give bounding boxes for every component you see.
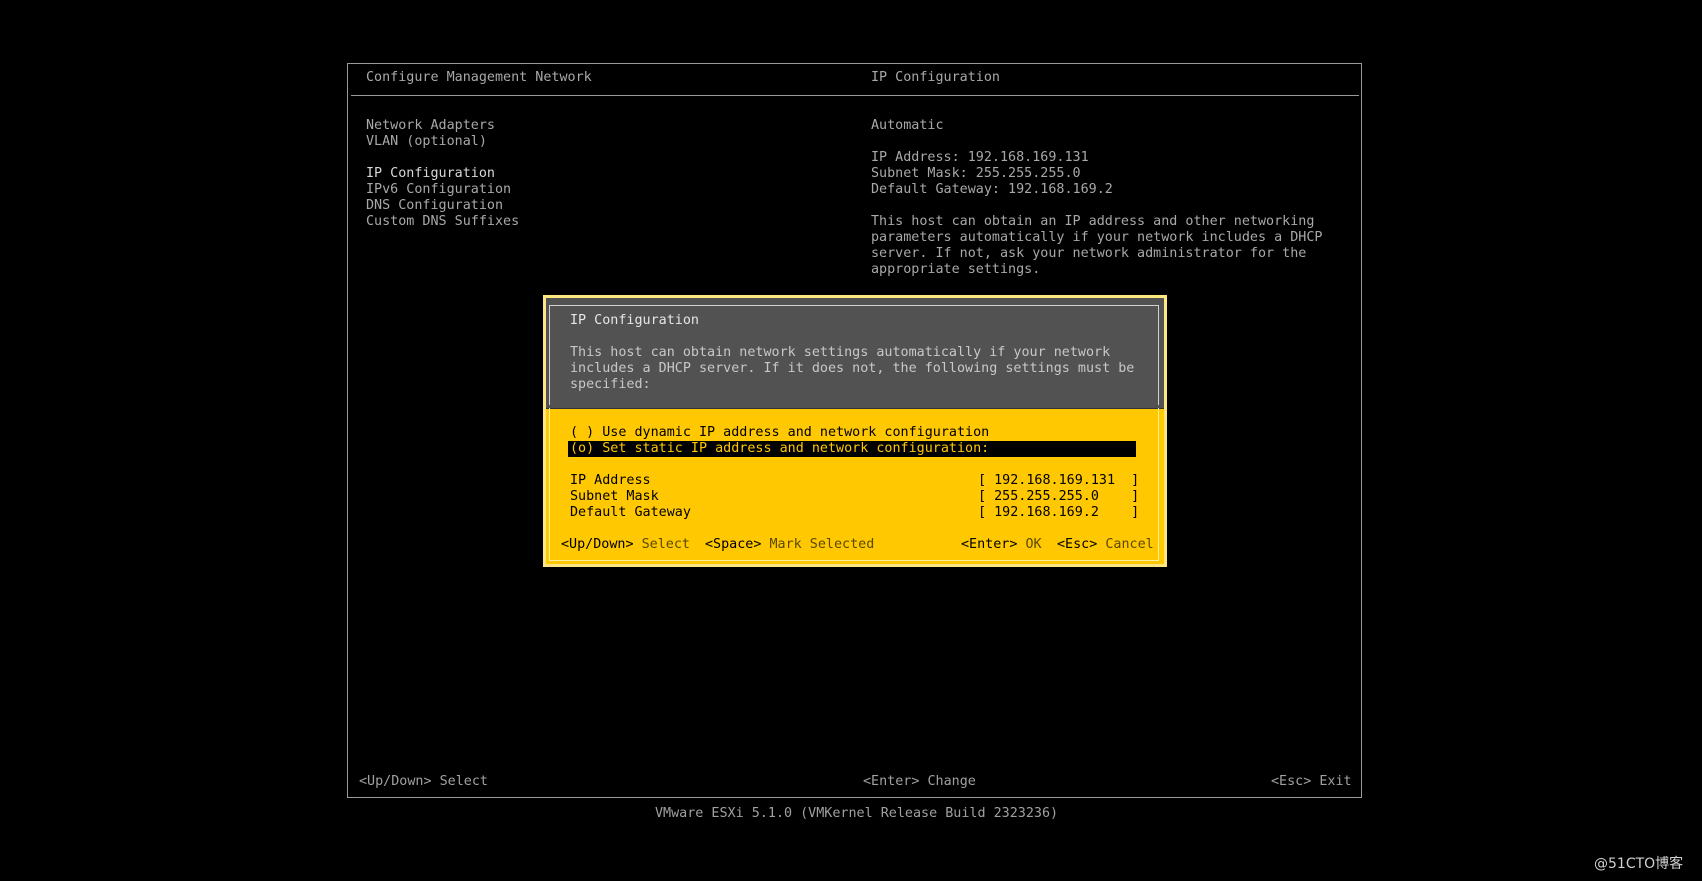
header-divider: [351, 95, 1359, 96]
default-gateway-label: Default Gateway: [570, 505, 691, 520]
ip-mode: Automatic: [871, 118, 944, 133]
footer-enter-hint: <Enter> Change: [863, 774, 976, 789]
esc-key: <Esc>: [1057, 537, 1098, 552]
version-string: VMware ESXi 5.1.0 (VMKernel Release Buil…: [655, 806, 1059, 821]
radio-static-ip[interactable]: (o) Set static IP address and network co…: [570, 441, 989, 457]
radio-dynamic-ip[interactable]: ( ) Use dynamic IP address and network c…: [570, 425, 989, 441]
dialog-hint-space: <Space> Mark Selected: [705, 537, 874, 553]
footer-esc-hint: <Esc> Exit: [1271, 774, 1352, 789]
dialog-header-panel: IP Configuration This host can obtain ne…: [546, 298, 1164, 409]
dialog-hint-updown: <Up/Down> Select: [561, 537, 690, 553]
menu-item-custom-dns-suffixes[interactable]: Custom DNS Suffixes: [366, 214, 519, 230]
dialog-title: IP Configuration: [570, 313, 699, 328]
space-action: Mark Selected: [769, 537, 875, 552]
left-pane-title: Configure Management Network: [366, 70, 592, 85]
dialog-desc-line-3: specified:: [570, 377, 651, 392]
dialog-hint-enter[interactable]: <Enter> OK: [961, 537, 1042, 553]
info-desc-line-4: appropriate settings.: [871, 262, 1041, 277]
watermark: @51CTO博客: [1594, 856, 1684, 872]
enter-action: OK: [1025, 537, 1042, 552]
menu-item-vlan[interactable]: VLAN (optional): [366, 134, 487, 150]
info-desc-line-3: server. If not, ask your network adminis…: [871, 246, 1307, 261]
ip-address-label: IP Address: [570, 473, 651, 488]
subnet-mask-label: Subnet Mask: [570, 489, 659, 504]
esc-action: Cancel: [1105, 537, 1154, 552]
default-gateway-info: Default Gateway: 192.168.169.2: [871, 182, 1113, 197]
default-gateway-input[interactable]: [ 192.168.169.2 ]: [978, 505, 1139, 521]
footer-updown-hint: <Up/Down> Select: [359, 774, 488, 789]
ip-address-info: IP Address: 192.168.169.131: [871, 150, 1089, 165]
dialog-desc-line-1: This host can obtain network settings au…: [570, 345, 1111, 360]
updown-key: <Up/Down>: [561, 537, 634, 552]
right-pane-title: IP Configuration: [871, 70, 1000, 85]
ip-configuration-dialog: IP Configuration This host can obtain ne…: [543, 295, 1167, 567]
info-desc-line-2: parameters automatically if your network…: [871, 230, 1323, 245]
dialog-desc-line-2: includes a DHCP server. If it does not, …: [570, 361, 1135, 376]
menu-item-dns-configuration[interactable]: DNS Configuration: [366, 198, 503, 214]
dialog-hint-esc[interactable]: <Esc> Cancel: [1057, 537, 1154, 553]
space-key: <Space>: [705, 537, 762, 552]
enter-key: <Enter>: [961, 537, 1018, 552]
menu-item-ipv6-configuration[interactable]: IPv6 Configuration: [366, 182, 511, 198]
menu-item-network-adapters[interactable]: Network Adapters: [366, 118, 495, 134]
info-desc-line-1: This host can obtain an IP address and o…: [871, 214, 1315, 229]
menu-item-ip-configuration[interactable]: IP Configuration: [366, 166, 495, 182]
subnet-mask-info: Subnet Mask: 255.255.255.0: [871, 166, 1081, 181]
subnet-mask-input[interactable]: [ 255.255.255.0 ]: [978, 489, 1139, 505]
ip-address-input[interactable]: [ 192.168.169.131 ]: [978, 473, 1139, 489]
updown-action: Select: [641, 537, 690, 552]
